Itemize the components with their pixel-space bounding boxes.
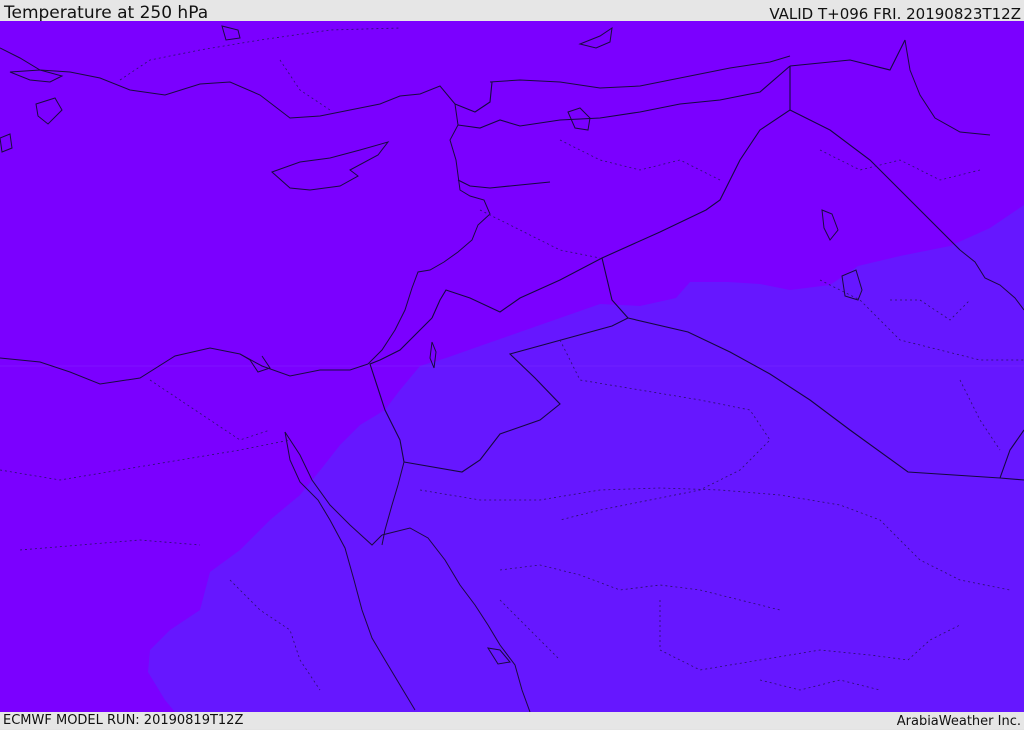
- map-title: Temperature at 250 hPa: [4, 3, 209, 23]
- footer-bar: ECMWF MODEL RUN: 20190819T12Z ArabiaWeat…: [0, 712, 1024, 729]
- model-run-label: ECMWF MODEL RUN: 20190819T12Z: [3, 713, 244, 728]
- temperature-map[interactable]: [0, 21, 1024, 712]
- credit-label: ArabiaWeather Inc.: [896, 714, 1021, 729]
- header-bar: Temperature at 250 hPa VALID T+096 FRI. …: [0, 0, 1024, 23]
